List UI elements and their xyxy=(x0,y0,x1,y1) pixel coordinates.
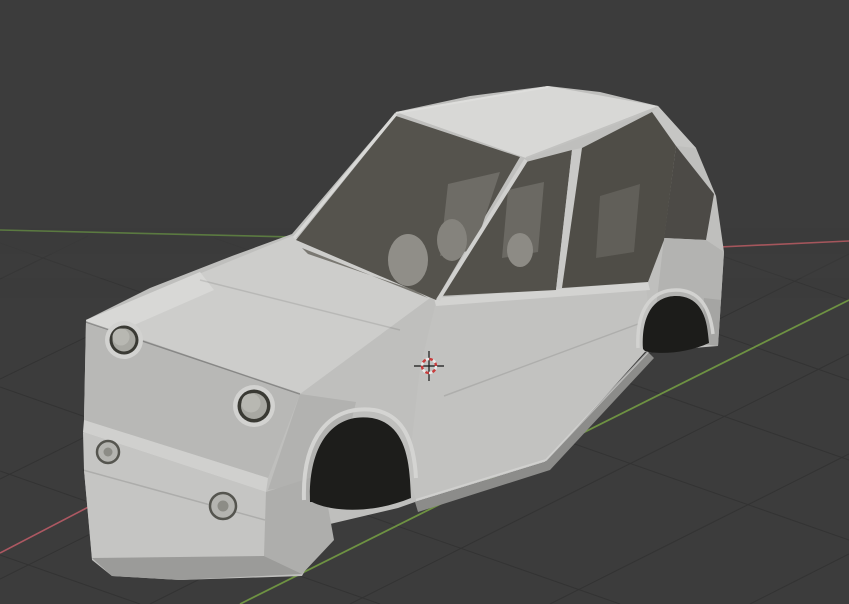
seat-left xyxy=(388,234,428,286)
headlight-right xyxy=(233,385,275,427)
headlight-left xyxy=(105,321,143,359)
headrest xyxy=(507,233,533,267)
seat-right xyxy=(437,219,467,261)
viewport-canvas xyxy=(0,0,849,604)
bumper-light-left xyxy=(95,439,121,465)
bumper-light-right xyxy=(208,491,238,521)
3d-viewport[interactable] xyxy=(0,0,849,604)
